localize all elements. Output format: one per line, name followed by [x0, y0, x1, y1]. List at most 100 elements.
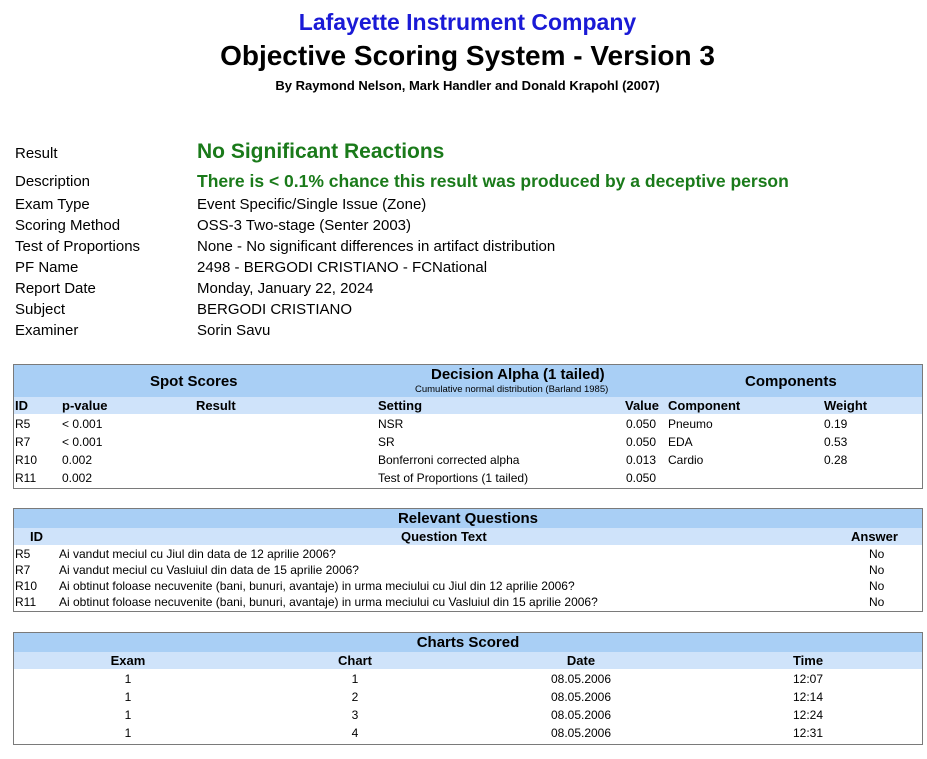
row-time: 12:07	[792, 672, 824, 686]
row-answer: No	[869, 595, 885, 609]
table-row: R10 0.002 Bonferroni corrected alpha 0.0…	[14, 450, 922, 468]
col-weight: Weight	[824, 398, 868, 413]
table-row: R10 Ai obtinut foloase necuvenite (bani,…	[14, 577, 922, 593]
row-weight: 0.28	[824, 453, 848, 467]
charts-column-headers: Exam Chart Date Time	[14, 652, 922, 669]
row-value: 0.013	[626, 453, 657, 467]
relevant-questions-table: Relevant Questions ID Question Text Answ…	[13, 508, 923, 612]
row-id: R7	[15, 563, 31, 577]
col-question-text: Question Text	[401, 529, 487, 544]
col-result: Result	[196, 398, 236, 413]
row-chart: 4	[351, 726, 359, 740]
questions-header: Relevant Questions	[14, 509, 922, 528]
col-id: ID	[30, 529, 43, 544]
col-exam: Exam	[110, 653, 146, 668]
test-of-proportions-value: None - No significant differences in art…	[197, 238, 556, 255]
pf-name-label: PF Name	[15, 259, 79, 276]
row-exam: 1	[124, 690, 132, 704]
result-value: No Significant Reactions	[197, 140, 445, 163]
row-chart: 1	[351, 672, 359, 686]
description-label: Description	[15, 173, 91, 190]
row-date: 08.05.2006	[550, 708, 612, 722]
row-pvalue: < 0.001	[62, 435, 103, 449]
table-row: R5 < 0.001 NSR 0.050 Pneumo 0.19	[14, 414, 922, 432]
row-component: Cardio	[668, 453, 704, 467]
row-exam: 1	[124, 726, 132, 740]
col-setting: Setting	[378, 398, 423, 413]
col-answer: Answer	[851, 529, 898, 544]
row-id: R7	[15, 435, 31, 449]
col-pvalue: p-value	[62, 398, 108, 413]
row-id: R5	[15, 417, 31, 431]
row-answer: No	[869, 563, 885, 577]
row-weight: 0.53	[824, 435, 848, 449]
row-weight: 0.19	[824, 417, 848, 431]
subject-label: Subject	[15, 301, 66, 318]
row-setting: Bonferroni corrected alpha	[378, 453, 520, 467]
row-chart: 3	[351, 708, 359, 722]
row-time: 12:14	[792, 690, 824, 704]
spot-scores-title: Spot Scores	[150, 373, 238, 390]
table-row: 1 1 08.05.2006 12:07	[14, 669, 922, 687]
table-row: R11 0.002 Test of Proportions (1 tailed)…	[14, 468, 922, 486]
row-setting: Test of Proportions (1 tailed)	[378, 471, 529, 485]
subject-value: BERGODI CRISTIANO	[197, 301, 353, 318]
report-title: Objective Scoring System - Version 3	[220, 40, 715, 71]
row-exam: 1	[124, 708, 132, 722]
col-chart: Chart	[338, 653, 372, 668]
decision-alpha-subtitle: Cumulative normal distribution (Barland …	[415, 384, 609, 395]
row-value: 0.050	[626, 417, 657, 431]
examiner-value: Sorin Savu	[197, 322, 271, 339]
row-value: 0.050	[626, 471, 657, 485]
table-row: 1 2 08.05.2006 12:14	[14, 687, 922, 705]
company-name: Lafayette Instrument Company	[298, 9, 637, 35]
result-label: Result	[15, 145, 58, 162]
report-date-value: Monday, January 22, 2024	[197, 280, 374, 297]
scoring-method-label: Scoring Method	[15, 217, 121, 234]
pf-name-value: 2498 - BERGODI CRISTIANO - FCNational	[197, 259, 488, 276]
row-setting: NSR	[378, 417, 404, 431]
decision-alpha-title: Decision Alpha (1 tailed)	[431, 366, 605, 383]
row-question-text: Ai obtinut foloase necuvenite (bani, bun…	[59, 595, 598, 609]
table-row: R5 Ai vandut meciul cu Jiul din data de …	[14, 545, 922, 561]
row-pvalue: < 0.001	[62, 417, 103, 431]
table-row: R7 Ai vandut meciul cu Vasluiul din data…	[14, 561, 922, 577]
examiner-label: Examiner	[15, 322, 79, 339]
test-of-proportions-label: Test of Proportions	[15, 238, 141, 255]
row-chart: 2	[351, 690, 359, 704]
row-exam: 1	[124, 672, 132, 686]
charts-title: Charts Scored	[416, 634, 520, 651]
table-row: 1 3 08.05.2006 12:24	[14, 705, 922, 723]
charts-header: Charts Scored	[14, 633, 922, 652]
row-id: R11	[15, 595, 37, 609]
col-time: Time	[792, 653, 824, 668]
row-value: 0.050	[626, 435, 657, 449]
questions-column-headers: ID Question Text Answer	[14, 528, 922, 545]
row-pvalue: 0.002	[62, 471, 93, 485]
row-answer: No	[869, 579, 885, 593]
row-component: EDA	[668, 435, 693, 449]
questions-title: Relevant Questions	[397, 510, 539, 527]
scores-column-headers: ID p-value Result Setting Value Componen…	[14, 397, 922, 414]
row-question-text: Ai obtinut foloase necuvenite (bani, bun…	[59, 579, 575, 593]
col-value: Value	[625, 398, 659, 413]
row-id: R5	[15, 547, 31, 561]
col-component: Component	[668, 398, 741, 413]
col-id: ID	[15, 398, 28, 413]
scores-table: Spot Scores Decision Alpha (1 tailed) Cu…	[13, 364, 923, 489]
row-id: R10	[15, 453, 38, 467]
table-row: R7 < 0.001 SR 0.050 EDA 0.53	[14, 432, 922, 450]
row-id: R10	[15, 579, 38, 593]
row-setting: SR	[378, 435, 395, 449]
row-date: 08.05.2006	[550, 690, 612, 704]
report-authors: By Raymond Nelson, Mark Handler and Dona…	[275, 78, 660, 93]
components-title: Components	[745, 373, 837, 390]
row-time: 12:31	[792, 726, 824, 740]
exam-type-label: Exam Type	[15, 196, 90, 213]
row-question-text: Ai vandut meciul cu Jiul din data de 12 …	[59, 547, 336, 561]
row-id: R11	[15, 471, 37, 485]
row-answer: No	[869, 547, 885, 561]
row-time: 12:24	[792, 708, 824, 722]
row-question-text: Ai vandut meciul cu Vasluiul din data de…	[59, 563, 359, 577]
report-date-label: Report Date	[15, 280, 96, 297]
